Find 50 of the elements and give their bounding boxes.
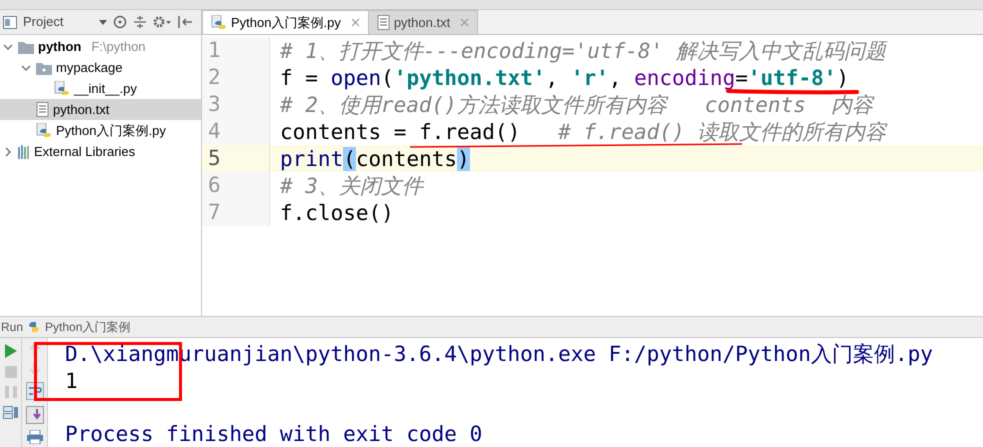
code-line: f = open('python.txt', 'r', encoding='utf-8'): [280, 66, 850, 88]
line-number: 4: [202, 118, 270, 145]
text-file-icon: [376, 15, 390, 30]
locate-icon[interactable]: [113, 15, 127, 29]
down-arrow-icon[interactable]: [28, 362, 40, 376]
line-number: 7: [202, 199, 270, 226]
scroll-to-end-icon[interactable]: [26, 406, 44, 424]
tree-item[interactable]: Python入门案例.py: [56, 120, 166, 140]
python-file-icon: [211, 15, 227, 30]
code-line: print(contents): [280, 148, 470, 170]
run-panel-label: Run: [1, 319, 24, 336]
layout-icon[interactable]: [2, 406, 18, 420]
up-arrow-icon[interactable]: [28, 342, 40, 356]
hide-panel-icon[interactable]: [177, 15, 193, 29]
line-number: 1: [202, 37, 270, 64]
code-line: # 1、打开文件---encoding='utf-8' 解决写入中文乱码问题: [280, 40, 886, 62]
python-file-icon: [36, 123, 52, 138]
editor-tab[interactable]: Python入门案例.py: [202, 10, 369, 34]
close-icon[interactable]: [350, 18, 360, 27]
run-icon[interactable]: [4, 344, 16, 358]
console-line: 1: [65, 368, 79, 392]
panel-title: Project: [23, 13, 64, 32]
tree-item[interactable]: python: [38, 36, 82, 56]
tree-item-selected[interactable]: python.txt: [0, 99, 201, 120]
code-line: f.close(): [280, 202, 394, 224]
project-view-icon: [3, 16, 17, 28]
code-line: # 3、关闭文件: [280, 174, 423, 196]
tree-item[interactable]: External Libraries: [34, 142, 136, 162]
collapse-icon[interactable]: [133, 15, 147, 29]
console-line: Process finished with exit code 0: [65, 420, 484, 445]
settings-icon[interactable]: [153, 15, 171, 29]
editor-tab[interactable]: python.txt: [368, 10, 478, 34]
line-number: 2: [202, 64, 270, 91]
python-file-icon: [54, 81, 70, 96]
code-line: contents = f.read() # f.read() 读取文件的所有内容: [280, 120, 886, 142]
tree-item[interactable]: __init__.py: [74, 78, 137, 98]
run-config-tab[interactable]: Python入门案例: [45, 318, 130, 336]
text-file-icon: [36, 102, 49, 117]
code-line: # 2、使用read()方法读取文件所有内容 contents 内容: [280, 94, 874, 116]
libraries-icon: [18, 144, 30, 158]
tree-item[interactable]: mypackage: [56, 58, 122, 78]
print-icon[interactable]: [26, 430, 42, 444]
package-folder-icon: [36, 60, 52, 74]
python-file-icon: [27, 320, 42, 334]
folder-icon: [18, 40, 34, 54]
line-number: 3: [202, 91, 270, 118]
folder-path: F:\python: [91, 38, 146, 56]
dropdown-icon[interactable]: [99, 20, 107, 24]
line-number: 6: [202, 172, 270, 199]
tree-item[interactable]: python.txt: [53, 100, 110, 120]
